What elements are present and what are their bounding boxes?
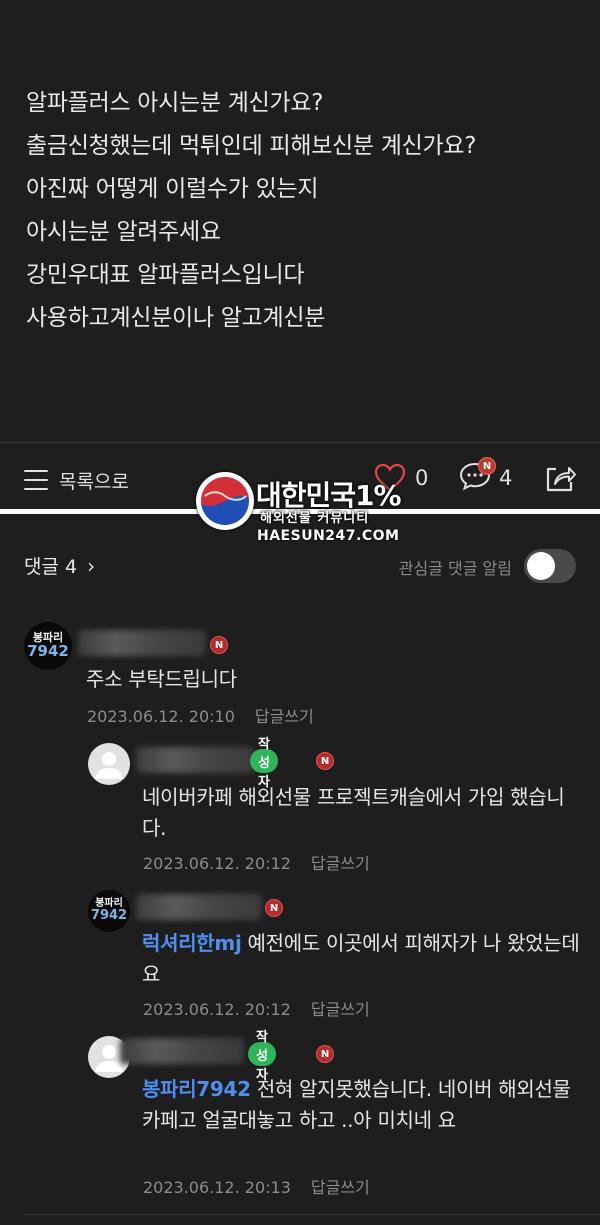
new-badge: N: [316, 1045, 334, 1063]
watermark-url: HAESUN247.COM: [257, 528, 400, 544]
comment-text: 주소 부탁드립니다: [86, 667, 237, 691]
avatar[interactable]: 봉파리 7942: [24, 622, 72, 670]
list-icon: [24, 470, 48, 490]
reply-button[interactable]: 답글쓰기: [311, 1000, 370, 1019]
author-name-blurred[interactable]: [120, 1038, 244, 1064]
author-badge: 작성자: [250, 737, 278, 790]
new-badge: N: [210, 636, 228, 654]
post-line: 알파플러스 아시는분 계신가요?: [26, 90, 324, 116]
reply-button[interactable]: 답글쓰기: [255, 707, 314, 726]
post-line: 아시는분 알려주세요: [26, 219, 221, 245]
comment-meta: 2023.06.12. 20:13 답글쓰기: [143, 1174, 370, 1198]
comments-header: 댓글 4 › 관심글 댓글 알림: [24, 549, 576, 583]
comment-meta: 2023.06.12. 20:10 답글쓰기: [87, 703, 314, 727]
post-body: 알파플러스 아시는분 계신가요? 출금신청했는데 먹튀인데 피해보신분 계신가요…: [26, 82, 586, 340]
comment-count: 4: [499, 466, 513, 490]
comment-text: 봉파리7942 전혀 알지못했습니다. 네이버 해외선물카페고 얼굴대놓고 하고…: [142, 1074, 572, 1136]
comments-title: 댓글 4: [24, 556, 78, 578]
comment-date: 2023.06.12. 20:12: [143, 1000, 291, 1019]
avatar[interactable]: 봉파리 7942: [88, 890, 130, 932]
new-badge: N: [478, 457, 496, 475]
watermark-subtitle: 해외선물 커뮤니티: [260, 511, 370, 526]
list-label: 목록으로: [59, 470, 129, 493]
avatar-text-bottom: 7942: [90, 907, 128, 923]
post-line: 아진짜 어떻게 이럴수가 있는지: [26, 176, 319, 202]
comment-date: 2023.06.12. 20:10: [87, 707, 235, 726]
back-to-list-button[interactable]: 목록으로: [24, 465, 129, 495]
new-badge: N: [265, 899, 283, 917]
comment-meta: 2023.06.12. 20:12 답글쓰기: [143, 850, 370, 874]
comment-date: 2023.06.12. 20:13: [143, 1178, 291, 1197]
author-name-blurred[interactable]: [136, 894, 262, 920]
author-name-blurred[interactable]: [78, 630, 206, 656]
avatar-text-bottom: 7942: [27, 642, 69, 661]
author-name-blurred[interactable]: [136, 747, 254, 773]
watermark-logo: [196, 472, 254, 530]
default-user-icon: [95, 752, 123, 779]
like-count: 0: [415, 466, 429, 490]
share-button[interactable]: [544, 463, 576, 497]
author-badge: 작성자: [248, 1030, 276, 1083]
post-line: 사용하고계신분이나 알고계신분: [26, 305, 326, 331]
reply-button[interactable]: 답글쓰기: [311, 854, 370, 873]
mention-link[interactable]: 봉파리7942: [142, 1077, 251, 1101]
comment-count-button[interactable]: N 4: [459, 457, 512, 491]
reply-button[interactable]: 답글쓰기: [311, 1178, 370, 1197]
divider: [24, 1214, 600, 1215]
mention-link[interactable]: 럭셔리한mj: [142, 931, 242, 955]
comment-meta: 2023.06.12. 20:12 답글쓰기: [143, 996, 370, 1020]
chevron-right-icon: ›: [87, 553, 96, 578]
comment-text: 네이버카페 해외선물 프로젝트캐슬에서 가입 했습니다.: [142, 785, 565, 840]
notify-toggle[interactable]: [524, 549, 576, 583]
toggle-knob: [527, 552, 555, 580]
notify-label: 관심글 댓글 알림: [398, 559, 512, 578]
share-icon: [546, 467, 576, 492]
post-line: 강민우대표 알파플러스입니다: [26, 262, 305, 288]
comment-date: 2023.06.12. 20:12: [143, 854, 291, 873]
comment-text: 럭셔리한mj 예전에도 이곳에서 피해자가 나 왔었는데요: [142, 928, 582, 990]
post-line: 출금신청했는데 먹튀인데 피해보신분 계신가요?: [26, 133, 477, 159]
new-badge: N: [316, 752, 334, 770]
comments-title-button[interactable]: 댓글 4 ›: [24, 552, 95, 579]
avatar[interactable]: [88, 743, 130, 785]
